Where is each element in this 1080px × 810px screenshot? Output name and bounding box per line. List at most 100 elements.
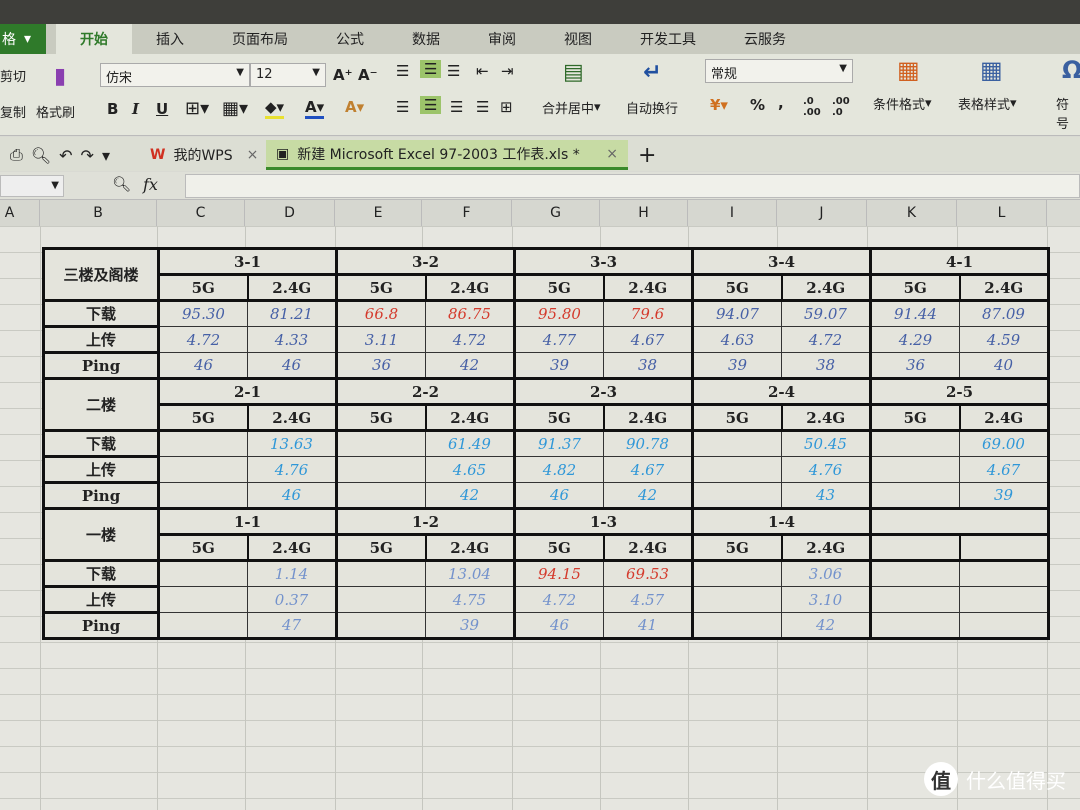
value-cell[interactable] xyxy=(692,430,782,457)
copy-button[interactable]: 复制 xyxy=(0,102,26,121)
value-cell[interactable] xyxy=(158,586,248,613)
band-label[interactable]: 2.4G xyxy=(424,533,516,562)
value-cell[interactable] xyxy=(870,586,960,613)
band-label[interactable]: 2.4G xyxy=(602,403,694,432)
value-cell[interactable] xyxy=(959,612,1050,640)
currency-icon[interactable]: ¥▾ xyxy=(710,96,728,114)
value-cell[interactable] xyxy=(870,612,960,640)
undo-icon[interactable]: ↶ xyxy=(59,146,72,165)
value-cell[interactable]: 4.57 xyxy=(603,586,694,613)
value-cell[interactable]: 59.07 xyxy=(781,300,872,327)
unit-name[interactable] xyxy=(869,507,1050,535)
unit-name[interactable]: 3-2 xyxy=(335,247,516,275)
unit-name[interactable]: 1-1 xyxy=(157,507,338,535)
align-left-icon[interactable]: ☰ xyxy=(396,98,409,116)
zoom-search-icon[interactable]: 🔍︎ xyxy=(112,175,131,193)
value-cell[interactable] xyxy=(692,612,782,640)
chevron-down-icon[interactable]: ▾ xyxy=(102,146,110,165)
value-cell[interactable]: 81.21 xyxy=(247,300,338,327)
value-cell[interactable]: 4.72 xyxy=(514,586,604,613)
symbol-button[interactable]: 符号 xyxy=(1056,94,1080,132)
value-cell[interactable]: 95.80 xyxy=(514,300,604,327)
value-cell[interactable]: 4.72 xyxy=(425,326,516,353)
value-cell[interactable]: 38 xyxy=(781,352,872,380)
value-cell[interactable]: 40 xyxy=(959,352,1050,380)
value-cell[interactable]: 13.04 xyxy=(425,560,516,587)
band-label[interactable]: 2.4G xyxy=(424,273,516,302)
value-cell[interactable] xyxy=(158,560,248,587)
band-label[interactable]: 5G xyxy=(335,403,426,432)
band-label[interactable]: 5G xyxy=(691,273,782,302)
band-label[interactable]: 2.4G xyxy=(424,403,516,432)
align-center-icon[interactable]: ☰ xyxy=(420,96,442,114)
value-cell[interactable]: 4.77 xyxy=(514,326,604,353)
column-header[interactable]: L xyxy=(957,200,1047,226)
value-cell[interactable]: 79.6 xyxy=(603,300,694,327)
ribbon-tab[interactable]: 开发工具 xyxy=(616,24,720,54)
font-color-icon[interactable]: A▾ xyxy=(305,98,325,119)
value-cell[interactable]: 43 xyxy=(781,482,872,510)
font-name-select[interactable]: 仿宋 ▼ xyxy=(100,63,250,87)
value-cell[interactable]: 3.11 xyxy=(336,326,426,353)
band-label[interactable]: 2.4G xyxy=(780,533,872,562)
cut-button[interactable]: 剪切 xyxy=(0,66,26,85)
tab-my-wps[interactable]: W 我的WPS × xyxy=(140,140,268,170)
metric-label[interactable]: Ping xyxy=(42,611,160,640)
column-header[interactable]: B xyxy=(40,200,157,226)
value-cell[interactable] xyxy=(692,560,782,587)
value-cell[interactable] xyxy=(336,456,426,483)
formula-input[interactable] xyxy=(185,174,1080,198)
floor-label[interactable]: 一楼 xyxy=(42,507,160,562)
value-cell[interactable]: 46 xyxy=(247,352,338,380)
column-header[interactable]: A xyxy=(0,200,40,226)
metric-label[interactable]: 上传 xyxy=(42,325,160,354)
value-cell[interactable] xyxy=(870,482,960,510)
tab-excel-document[interactable]: ▣ 新建 Microsoft Excel 97-2003 工作表.xls * × xyxy=(266,140,628,170)
value-cell[interactable]: 4.67 xyxy=(603,326,694,353)
merge-center-button[interactable]: 合并居中 ▾ xyxy=(542,98,601,117)
value-cell[interactable]: 39 xyxy=(692,352,782,380)
band-label[interactable]: 5G xyxy=(157,273,248,302)
value-cell[interactable] xyxy=(158,456,248,483)
band-label[interactable]: 5G xyxy=(513,533,604,562)
fill-color-icon[interactable]: ◆▾ xyxy=(265,98,285,119)
floor-label[interactable]: 二楼 xyxy=(42,377,160,432)
band-label[interactable]: 5G xyxy=(691,533,782,562)
value-cell[interactable] xyxy=(692,586,782,613)
percent-button[interactable]: % xyxy=(750,96,765,114)
format-painter-button[interactable]: 格式刷 xyxy=(36,102,75,121)
value-cell[interactable]: 4.76 xyxy=(247,456,338,483)
metric-label[interactable]: 下载 xyxy=(42,299,160,328)
value-cell[interactable]: 3.10 xyxy=(781,586,872,613)
unit-name[interactable]: 2-3 xyxy=(513,377,694,405)
value-cell[interactable]: 36 xyxy=(336,352,426,380)
value-cell[interactable]: 95.30 xyxy=(158,300,248,327)
metric-label[interactable]: 下载 xyxy=(42,559,160,588)
align-bottom-icon[interactable]: ☰ xyxy=(447,62,460,80)
value-cell[interactable]: 42 xyxy=(603,482,694,510)
unit-name[interactable]: 2-4 xyxy=(691,377,872,405)
value-cell[interactable] xyxy=(870,560,960,587)
value-cell[interactable] xyxy=(336,586,426,613)
align-right-icon[interactable]: ☰ xyxy=(450,98,463,116)
value-cell[interactable]: 69.00 xyxy=(959,430,1050,457)
decrease-font-icon[interactable]: A⁻ xyxy=(358,66,378,84)
band-label[interactable]: 5G xyxy=(869,273,960,302)
value-cell[interactable]: 46 xyxy=(247,482,338,510)
value-cell[interactable]: 4.65 xyxy=(425,456,516,483)
value-cell[interactable]: 41 xyxy=(603,612,694,640)
value-cell[interactable]: 4.72 xyxy=(158,326,248,353)
value-cell[interactable] xyxy=(336,560,426,587)
metric-label[interactable]: Ping xyxy=(42,481,160,510)
band-label[interactable]: 2.4G xyxy=(780,403,872,432)
band-label[interactable] xyxy=(958,533,1050,562)
value-cell[interactable]: 39 xyxy=(514,352,604,380)
value-cell[interactable]: 4.63 xyxy=(692,326,782,353)
value-cell[interactable]: 87.09 xyxy=(959,300,1050,327)
value-cell[interactable] xyxy=(336,482,426,510)
value-cell[interactable]: 46 xyxy=(514,612,604,640)
unit-name[interactable]: 2-2 xyxy=(335,377,516,405)
value-cell[interactable] xyxy=(336,612,426,640)
value-cell[interactable]: 3.06 xyxy=(781,560,872,587)
print-icon[interactable]: ⎙ xyxy=(10,145,23,165)
